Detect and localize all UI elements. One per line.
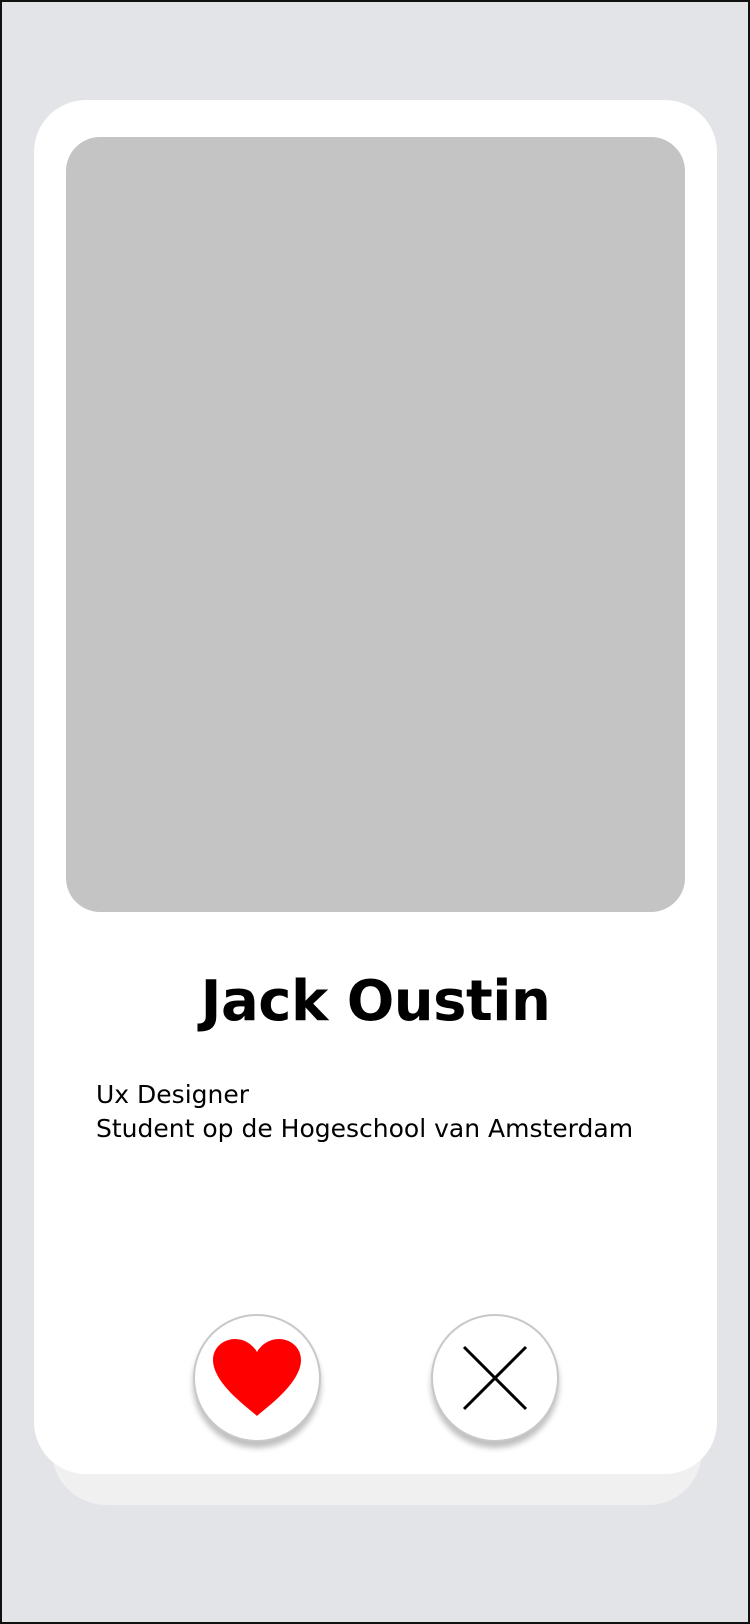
profile-school: Student op de Hogeschool van Amsterdam — [96, 1114, 634, 1143]
profile-photo-placeholder — [66, 137, 685, 912]
like-button[interactable] — [193, 1314, 321, 1442]
profile-bio: Ux Designer Student op de Hogeschool van… — [96, 1078, 696, 1146]
profile-role: Ux Designer — [96, 1080, 250, 1109]
profile-name: Jack Oustin — [200, 969, 551, 1034]
profile-card[interactable]: Jack Oustin Ux Designer Student op de Ho… — [34, 100, 717, 1474]
close-icon — [462, 1345, 528, 1411]
dislike-button[interactable] — [431, 1314, 559, 1442]
heart-icon — [211, 1338, 303, 1418]
app-screen: Jack Oustin Ux Designer Student op de Ho… — [0, 0, 750, 1624]
